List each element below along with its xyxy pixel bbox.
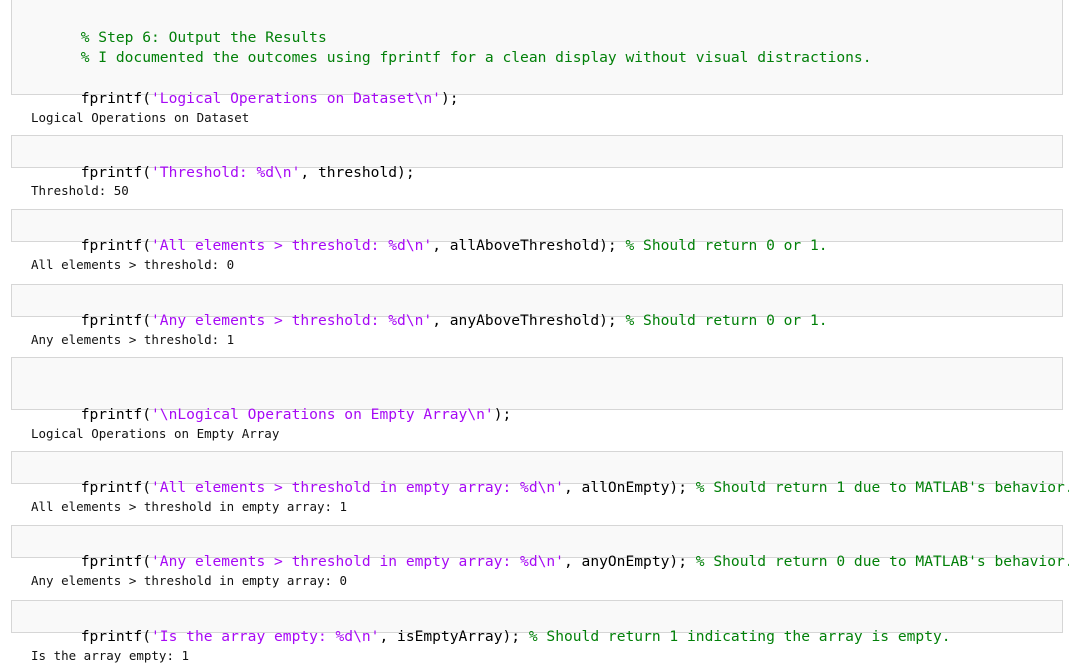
code-call: fprintf(	[80, 479, 152, 496]
code-rest: , anyAboveThreshold);	[432, 312, 626, 329]
code-cell-7[interactable]: fprintf('Any elements > threshold in emp…	[11, 525, 1069, 570]
code-comment: % Should return 0 or 1.	[625, 312, 828, 329]
code-call: fprintf(	[80, 237, 152, 254]
code-string: 'All elements > threshold: %d\n'	[151, 237, 433, 254]
code-rest: , threshold);	[300, 164, 415, 181]
output-text: All elements > threshold: 0	[31, 257, 235, 272]
output-text: Logical Operations on Empty Array	[31, 426, 280, 441]
code-cell-1[interactable]: % Step 6: Output the Results % I documen…	[11, 0, 1063, 107]
output-text: All elements > threshold in empty array:…	[31, 499, 348, 514]
code-call: fprintf(	[80, 164, 152, 181]
output-text: Any elements > threshold in empty array:…	[31, 573, 348, 588]
code-rest: , anyOnEmpty);	[563, 553, 696, 570]
code-comment: % Should return 0 due to MATLAB's behavi…	[695, 553, 1069, 570]
output-text: Logical Operations on Dataset	[31, 110, 250, 125]
code-string: 'Is the array empty: %d\n'	[151, 628, 380, 645]
code-string: 'Logical Operations on Dataset\n'	[151, 90, 441, 107]
code-rest: );	[493, 406, 512, 423]
code-cell-3[interactable]: fprintf('All elements > threshold: %d\n'…	[11, 209, 1063, 254]
output-text: Is the array empty: 1	[31, 648, 190, 663]
code-rest: );	[440, 90, 459, 107]
code-string: 'Threshold: %d\n'	[151, 164, 301, 181]
code-cell-4[interactable]: fprintf('Any elements > threshold: %d\n'…	[11, 284, 1063, 329]
code-rest: , allAboveThreshold);	[432, 237, 626, 254]
output-text: Threshold: 50	[31, 183, 129, 198]
code-string: 'All elements > threshold in empty array…	[151, 479, 564, 496]
code-call: fprintf(	[80, 90, 152, 107]
code-comment: % Should return 1 due to MATLAB's behavi…	[695, 479, 1069, 496]
code-string: '\nLogical Operations on Empty Array\n'	[151, 406, 494, 423]
code-call: fprintf(	[80, 553, 152, 570]
code-rest: , isEmptyArray);	[379, 628, 529, 645]
code-comment: % Should return 0 or 1.	[625, 237, 828, 254]
code-cell-8[interactable]: fprintf('Is the array empty: %d\n', isEm…	[11, 600, 1063, 645]
code-call: fprintf(	[80, 312, 152, 329]
code-call: fprintf(	[80, 406, 152, 423]
code-call: fprintf(	[80, 628, 152, 645]
code-cell-6[interactable]: fprintf('All elements > threshold in emp…	[11, 451, 1069, 496]
code-rest: , allOnEmpty);	[563, 479, 696, 496]
code-string: 'Any elements > threshold in empty array…	[151, 553, 564, 570]
code-comment: % Should return 1 indicating the array i…	[528, 628, 951, 645]
code-cell-5[interactable]: fprintf('\nLogical Operations on Empty A…	[11, 357, 1063, 423]
code-comment: % I documented the outcomes using fprint…	[80, 49, 872, 66]
live-script-editor: % Step 6: Output the Results % I documen…	[0, 0, 1069, 666]
code-string: 'Any elements > threshold: %d\n'	[151, 312, 433, 329]
output-text: Any elements > threshold: 1	[31, 332, 235, 347]
code-cell-2[interactable]: fprintf('Threshold: %d\n', threshold);	[11, 135, 1063, 181]
